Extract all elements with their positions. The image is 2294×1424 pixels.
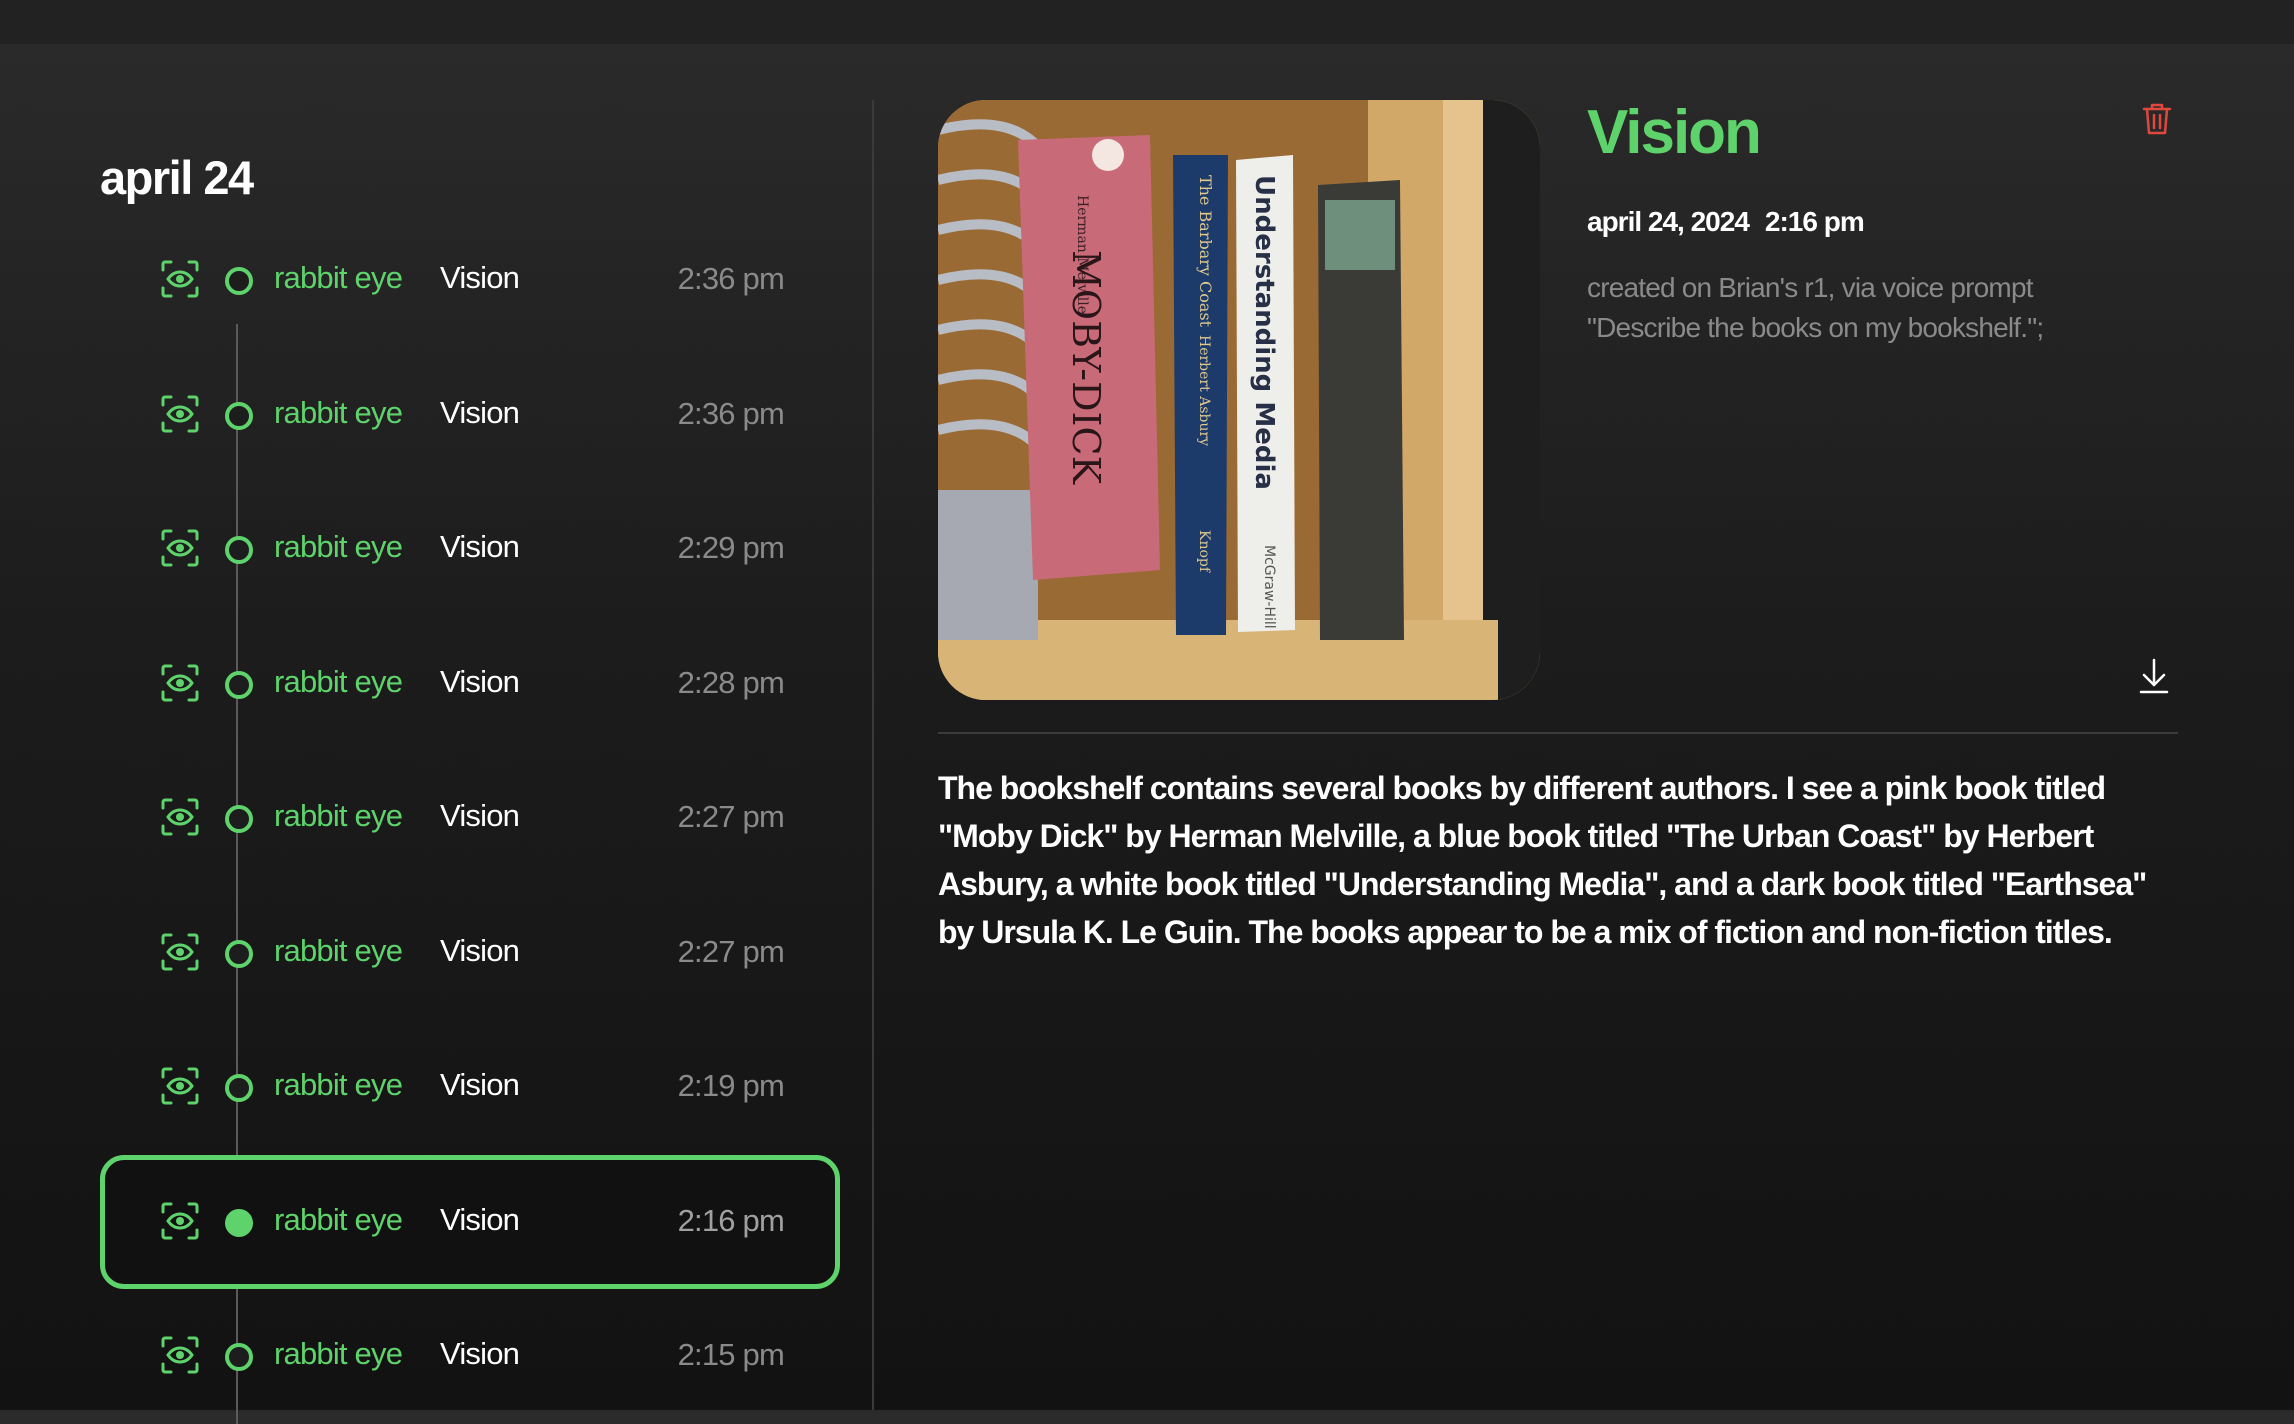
entry-time: 2:16 pm	[677, 1203, 785, 1238]
detail-meta-source: created on Brian's r1, via voice prompt	[1587, 272, 2034, 303]
timeline-entry[interactable]: rabbit eye Vision 2:27 pm	[100, 751, 840, 885]
timeline-entry[interactable]: rabbit eye Vision 2:19 pm	[100, 1020, 840, 1154]
eye-scan-icon	[160, 797, 200, 837]
entry-time: 2:27 pm	[677, 934, 785, 969]
eye-scan-icon	[160, 932, 200, 972]
timeline-dot	[225, 536, 253, 564]
timeline: rabbit eye Vision 2:36 pm rabbit eye Vision 2…	[0, 44, 875, 1424]
detail-time: 2:16 pm	[1764, 206, 1865, 237]
vision-description: The bookshelf contains several books by …	[938, 770, 2147, 950]
top-bar	[0, 0, 2294, 44]
trash-icon	[2142, 103, 2172, 135]
eye-scan-icon	[160, 1066, 200, 1106]
timeline-entry[interactable]: rabbit eye Vision 2:16 pm	[100, 1155, 840, 1289]
book-1-title: MOBY-DICK	[1064, 250, 1108, 485]
eye-scan-icon	[160, 528, 200, 568]
entry-type: Vision	[440, 260, 520, 295]
entry-type: Vision	[440, 1067, 520, 1102]
detail-datetime: april 24, 2024 2:16 pm	[1587, 206, 1880, 238]
timeline-dot	[225, 402, 253, 430]
timeline-entry[interactable]: rabbit eye Vision 2:36 pm	[100, 213, 840, 347]
detail-divider	[938, 732, 2178, 734]
entry-time: 2:28 pm	[677, 665, 785, 700]
download-button[interactable]	[2136, 656, 2172, 696]
timeline-dot	[225, 1343, 253, 1371]
book-2-author: Herbert Asbury	[1196, 335, 1212, 446]
detail-title: Vision	[1587, 98, 1762, 167]
detail-meta: created on Brian's r1, via voice prompt …	[1587, 268, 2147, 348]
eye-scan-icon	[160, 394, 200, 434]
entry-type: Vision	[440, 798, 520, 833]
entry-time: 2:29 pm	[677, 530, 785, 565]
entry-source: rabbit eye	[274, 529, 403, 564]
entry-type: Vision	[440, 664, 520, 699]
timeline-dot	[225, 267, 253, 295]
book-barbary-coast: The Barbary Coast Herbert Asbury Knopf	[1173, 155, 1228, 635]
entry-source: rabbit eye	[274, 395, 403, 430]
entry-time: 2:27 pm	[677, 799, 785, 834]
entry-type: Vision	[440, 1202, 520, 1237]
timeline-entry[interactable]: rabbit eye Vision 2:27 pm	[100, 886, 840, 1020]
entry-time: 2:36 pm	[677, 396, 785, 431]
detail-date: april 24, 2024	[1587, 206, 1750, 237]
timeline-entry[interactable]: rabbit eye Vision 2:28 pm	[100, 617, 840, 751]
eye-scan-icon	[160, 1335, 200, 1375]
entry-source: rabbit eye	[274, 1202, 403, 1237]
book-3-publisher: McGraw-Hill	[1261, 545, 1277, 629]
entry-time: 2:19 pm	[677, 1068, 785, 1103]
book-2-title: The Barbary Coast	[1196, 175, 1215, 328]
book-2-publisher: Knopf	[1196, 530, 1212, 574]
eye-scan-icon	[160, 663, 200, 703]
eye-scan-icon	[160, 259, 200, 299]
entry-time: 2:15 pm	[677, 1337, 785, 1372]
entry-source: rabbit eye	[274, 1067, 403, 1102]
timeline-entry[interactable]: rabbit eye Vision 2:36 pm	[100, 348, 840, 482]
timeline-entry[interactable]: rabbit eye Vision 2:29 pm	[100, 482, 840, 616]
panel-divider	[872, 100, 874, 1410]
entry-type: Vision	[440, 395, 520, 430]
entry-type: Vision	[440, 933, 520, 968]
eye-scan-icon	[160, 1201, 200, 1241]
entry-source: rabbit eye	[274, 1336, 403, 1371]
history-panel: april 24 rabbit eye Vision 2:36 pm rabbit e…	[0, 44, 875, 1424]
book-3-title: Understanding Media	[1249, 175, 1279, 490]
captured-photo: Herman Melville MOBY-DICK The Barbary Co…	[938, 100, 1540, 700]
entry-type: Vision	[440, 1336, 520, 1371]
timeline-dot	[225, 1074, 253, 1102]
timeline-dot	[225, 940, 253, 968]
entry-source: rabbit eye	[274, 933, 403, 968]
timeline-dot	[225, 671, 253, 699]
timeline-dot	[225, 805, 253, 833]
delete-button[interactable]	[2138, 100, 2176, 138]
book-moby-dick: Herman Melville MOBY-DICK	[1018, 135, 1160, 580]
entry-source: rabbit eye	[274, 260, 403, 295]
detail-meta-prompt: "Describe the books on my bookshelf.";	[1587, 312, 2044, 343]
book-earthsea	[1318, 180, 1404, 640]
book-understanding-media: Understanding Media McGraw-Hill	[1236, 155, 1295, 632]
timeline-dot	[225, 1209, 253, 1237]
entry-time: 2:36 pm	[677, 261, 785, 296]
entry-type: Vision	[440, 529, 520, 564]
entry-source: rabbit eye	[274, 664, 403, 699]
entry-source: rabbit eye	[274, 798, 403, 833]
timeline-entry[interactable]: rabbit eye Vision 2:15 pm	[100, 1289, 840, 1423]
download-icon	[2139, 658, 2169, 694]
